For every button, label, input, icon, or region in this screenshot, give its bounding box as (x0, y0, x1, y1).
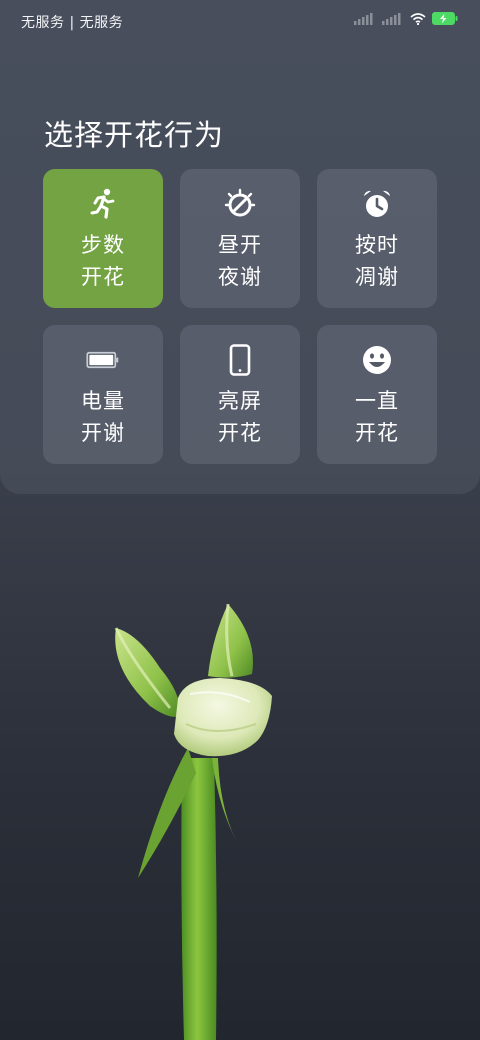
option-label-line1: 电量 (81, 389, 125, 413)
option-label-line1: 按时 (355, 233, 399, 257)
option-label-line1: 亮屏 (218, 389, 262, 413)
phone-icon (223, 343, 257, 377)
option-screen-on-bloom[interactable]: 亮屏 开花 (180, 325, 300, 464)
sun-slash-icon (223, 187, 257, 221)
behavior-options-grid: 步数 开花 昼开 夜谢 按时 凋谢 电量 开谢 亮屏 开花 一直 开花 (43, 169, 437, 464)
status-bar: 无服务 | 无服务 (0, 0, 480, 42)
option-label-line1: 昼开 (218, 233, 262, 257)
signal-1-icon (354, 12, 376, 25)
option-label-line2: 开花 (218, 421, 262, 445)
option-label-line1: 步数 (81, 233, 125, 257)
option-label-line2: 夜谢 (218, 265, 262, 289)
carrier-text: 无服务 | 无服务 (21, 15, 124, 31)
option-battery-bloom[interactable]: 电量 开谢 (43, 325, 163, 464)
option-step-bloom[interactable]: 步数 开花 (43, 169, 163, 308)
battery-icon (86, 343, 120, 377)
panel-title: 选择开花行为 (44, 118, 225, 152)
signal-2-icon (382, 12, 404, 25)
option-label-line1: 一直 (355, 389, 399, 413)
wifi-icon (410, 12, 426, 25)
alarm-clock-icon (360, 187, 394, 221)
smiley-icon (360, 343, 394, 377)
flower-illustration (100, 598, 300, 1040)
option-label-line2: 开花 (355, 421, 399, 445)
option-day-bloom-night-wither[interactable]: 昼开 夜谢 (180, 169, 300, 308)
battery-charging-icon (432, 12, 458, 25)
running-person-icon (86, 187, 120, 221)
option-always-bloom[interactable]: 一直 开花 (317, 325, 437, 464)
option-label-line2: 开花 (81, 265, 125, 289)
option-timed-wither[interactable]: 按时 凋谢 (317, 169, 437, 308)
option-label-line2: 凋谢 (355, 265, 399, 289)
status-icons (354, 12, 458, 25)
option-label-line2: 开谢 (81, 421, 125, 445)
